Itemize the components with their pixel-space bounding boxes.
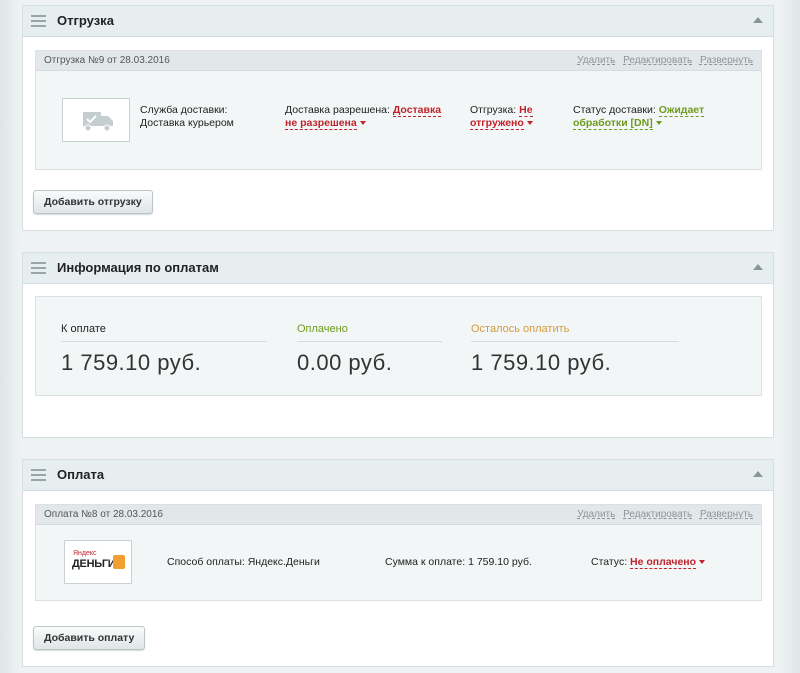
delivery-status-field: Статус доставки: Ожидает обработки [DN] bbox=[573, 104, 753, 130]
chevron-down-icon[interactable] bbox=[526, 121, 533, 126]
payment-sum-label: Сумма к оплате: bbox=[385, 556, 466, 568]
payment-card-header: Оплата №8 от 28.03.2016 Удалить Редактир… bbox=[36, 505, 761, 525]
shipped-value[interactable]: Не bbox=[519, 104, 533, 117]
delivery-allowed-value-cont[interactable]: не разрешена bbox=[285, 117, 357, 130]
payment-card: Оплата №8 от 28.03.2016 Удалить Редактир… bbox=[35, 504, 762, 601]
remaining-column: Осталось оплатить 1 759.10 руб. bbox=[471, 323, 679, 376]
expand-link[interactable]: Развернуть bbox=[700, 55, 753, 66]
payment-status-field: Статус: Не оплачено bbox=[591, 556, 706, 569]
delivery-service-field: Служба доставки: Доставка курьером bbox=[140, 104, 270, 130]
delivery-truck-icon bbox=[83, 112, 113, 132]
chevron-down-icon[interactable] bbox=[359, 121, 366, 126]
delivery-status-value[interactable]: Ожидает bbox=[658, 104, 705, 117]
collapse-icon[interactable] bbox=[753, 264, 763, 270]
logo-top-text: Яндекс bbox=[73, 550, 97, 557]
payment-sum-value: 1 759.10 руб. bbox=[468, 556, 532, 568]
payment-method-label: Способ оплаты: bbox=[167, 556, 245, 568]
delivery-allowed-value[interactable]: Доставка bbox=[392, 104, 442, 117]
collapse-icon[interactable] bbox=[753, 17, 763, 23]
hamburger-icon[interactable] bbox=[31, 15, 46, 27]
delivery-thumbnail bbox=[62, 98, 130, 142]
yandex-money-logo: Яндекс ДЕНЬГИ bbox=[64, 540, 132, 584]
hamburger-icon[interactable] bbox=[31, 469, 46, 481]
payment-info-section: Информация по оплатам К оплате 1 759.10 … bbox=[22, 252, 774, 438]
delivery-service-value: Доставка курьером bbox=[140, 117, 234, 129]
shipment-card-header: Отгрузка №9 от 28.03.2016 Удалить Редакт… bbox=[36, 51, 761, 71]
chevron-down-icon[interactable] bbox=[655, 121, 662, 126]
remaining-value: 1 759.10 руб. bbox=[471, 350, 612, 375]
payment-section-header: Оплата bbox=[23, 460, 773, 491]
edit-link[interactable]: Редактировать bbox=[623, 509, 692, 520]
shipment-title: Отгрузка №9 от 28.03.2016 bbox=[44, 55, 170, 66]
expand-link[interactable]: Развернуть bbox=[700, 509, 753, 520]
to-pay-label: К оплате bbox=[61, 323, 267, 342]
payment-status-value[interactable]: Не оплачено bbox=[630, 556, 697, 569]
remaining-label: Осталось оплатить bbox=[471, 323, 679, 342]
payment-info-header: Информация по оплатам bbox=[23, 253, 773, 284]
edit-link[interactable]: Редактировать bbox=[623, 55, 692, 66]
payment-method-field: Способ оплаты: Яндекс.Деньги bbox=[167, 556, 320, 569]
chevron-down-icon[interactable] bbox=[699, 560, 706, 565]
shipment-section-header: Отгрузка bbox=[23, 6, 773, 37]
logo-main-text: ДЕНЬГИ bbox=[72, 558, 116, 570]
add-payment-button[interactable]: Добавить оплату bbox=[33, 626, 146, 650]
delete-link[interactable]: Удалить bbox=[577, 509, 615, 520]
payment-summary: К оплате 1 759.10 руб. Оплачено 0.00 руб… bbox=[35, 296, 762, 396]
shipped-label: Отгрузка: bbox=[470, 104, 517, 116]
to-pay-column: К оплате 1 759.10 руб. bbox=[61, 323, 267, 376]
wallet-icon bbox=[113, 555, 125, 569]
delivery-status-value-cont[interactable]: обработки [DN] bbox=[573, 117, 653, 130]
paid-value: 0.00 руб. bbox=[297, 350, 393, 375]
to-pay-value: 1 759.10 руб. bbox=[61, 350, 202, 375]
paid-column: Оплачено 0.00 руб. bbox=[297, 323, 442, 376]
payment-status-label: Статус: bbox=[591, 556, 628, 568]
add-shipment-button[interactable]: Добавить отгрузку bbox=[33, 190, 153, 214]
section-title: Оплата bbox=[57, 467, 105, 482]
delivery-service-label: Служба доставки: bbox=[140, 104, 228, 116]
section-title: Информация по оплатам bbox=[57, 260, 219, 275]
delivery-status-label: Статус доставки: bbox=[573, 104, 656, 116]
hamburger-icon[interactable] bbox=[31, 262, 46, 274]
payment-title: Оплата №8 от 28.03.2016 bbox=[44, 509, 163, 520]
delete-link[interactable]: Удалить bbox=[577, 55, 615, 66]
payment-section: Оплата Оплата №8 от 28.03.2016 Удалить Р… bbox=[22, 459, 774, 667]
delivery-allowed-label: Доставка разрешена: bbox=[285, 104, 390, 116]
shipment-section: Отгрузка Отгрузка №9 от 28.03.2016 Удали… bbox=[22, 5, 774, 231]
collapse-icon[interactable] bbox=[753, 471, 763, 477]
paid-label: Оплачено bbox=[297, 323, 442, 342]
shipped-value-cont[interactable]: отгружено bbox=[470, 117, 524, 130]
shipped-field: Отгрузка: Не отгружено bbox=[470, 104, 550, 130]
delivery-allowed-field: Доставка разрешена: Доставка не разрешен… bbox=[285, 104, 465, 130]
shipment-card: Отгрузка №9 от 28.03.2016 Удалить Редакт… bbox=[35, 50, 762, 170]
payment-sum-field: Сумма к оплате: 1 759.10 руб. bbox=[385, 556, 532, 569]
section-title: Отгрузка bbox=[57, 13, 114, 28]
payment-method-value: Яндекс.Деньги bbox=[247, 556, 320, 568]
